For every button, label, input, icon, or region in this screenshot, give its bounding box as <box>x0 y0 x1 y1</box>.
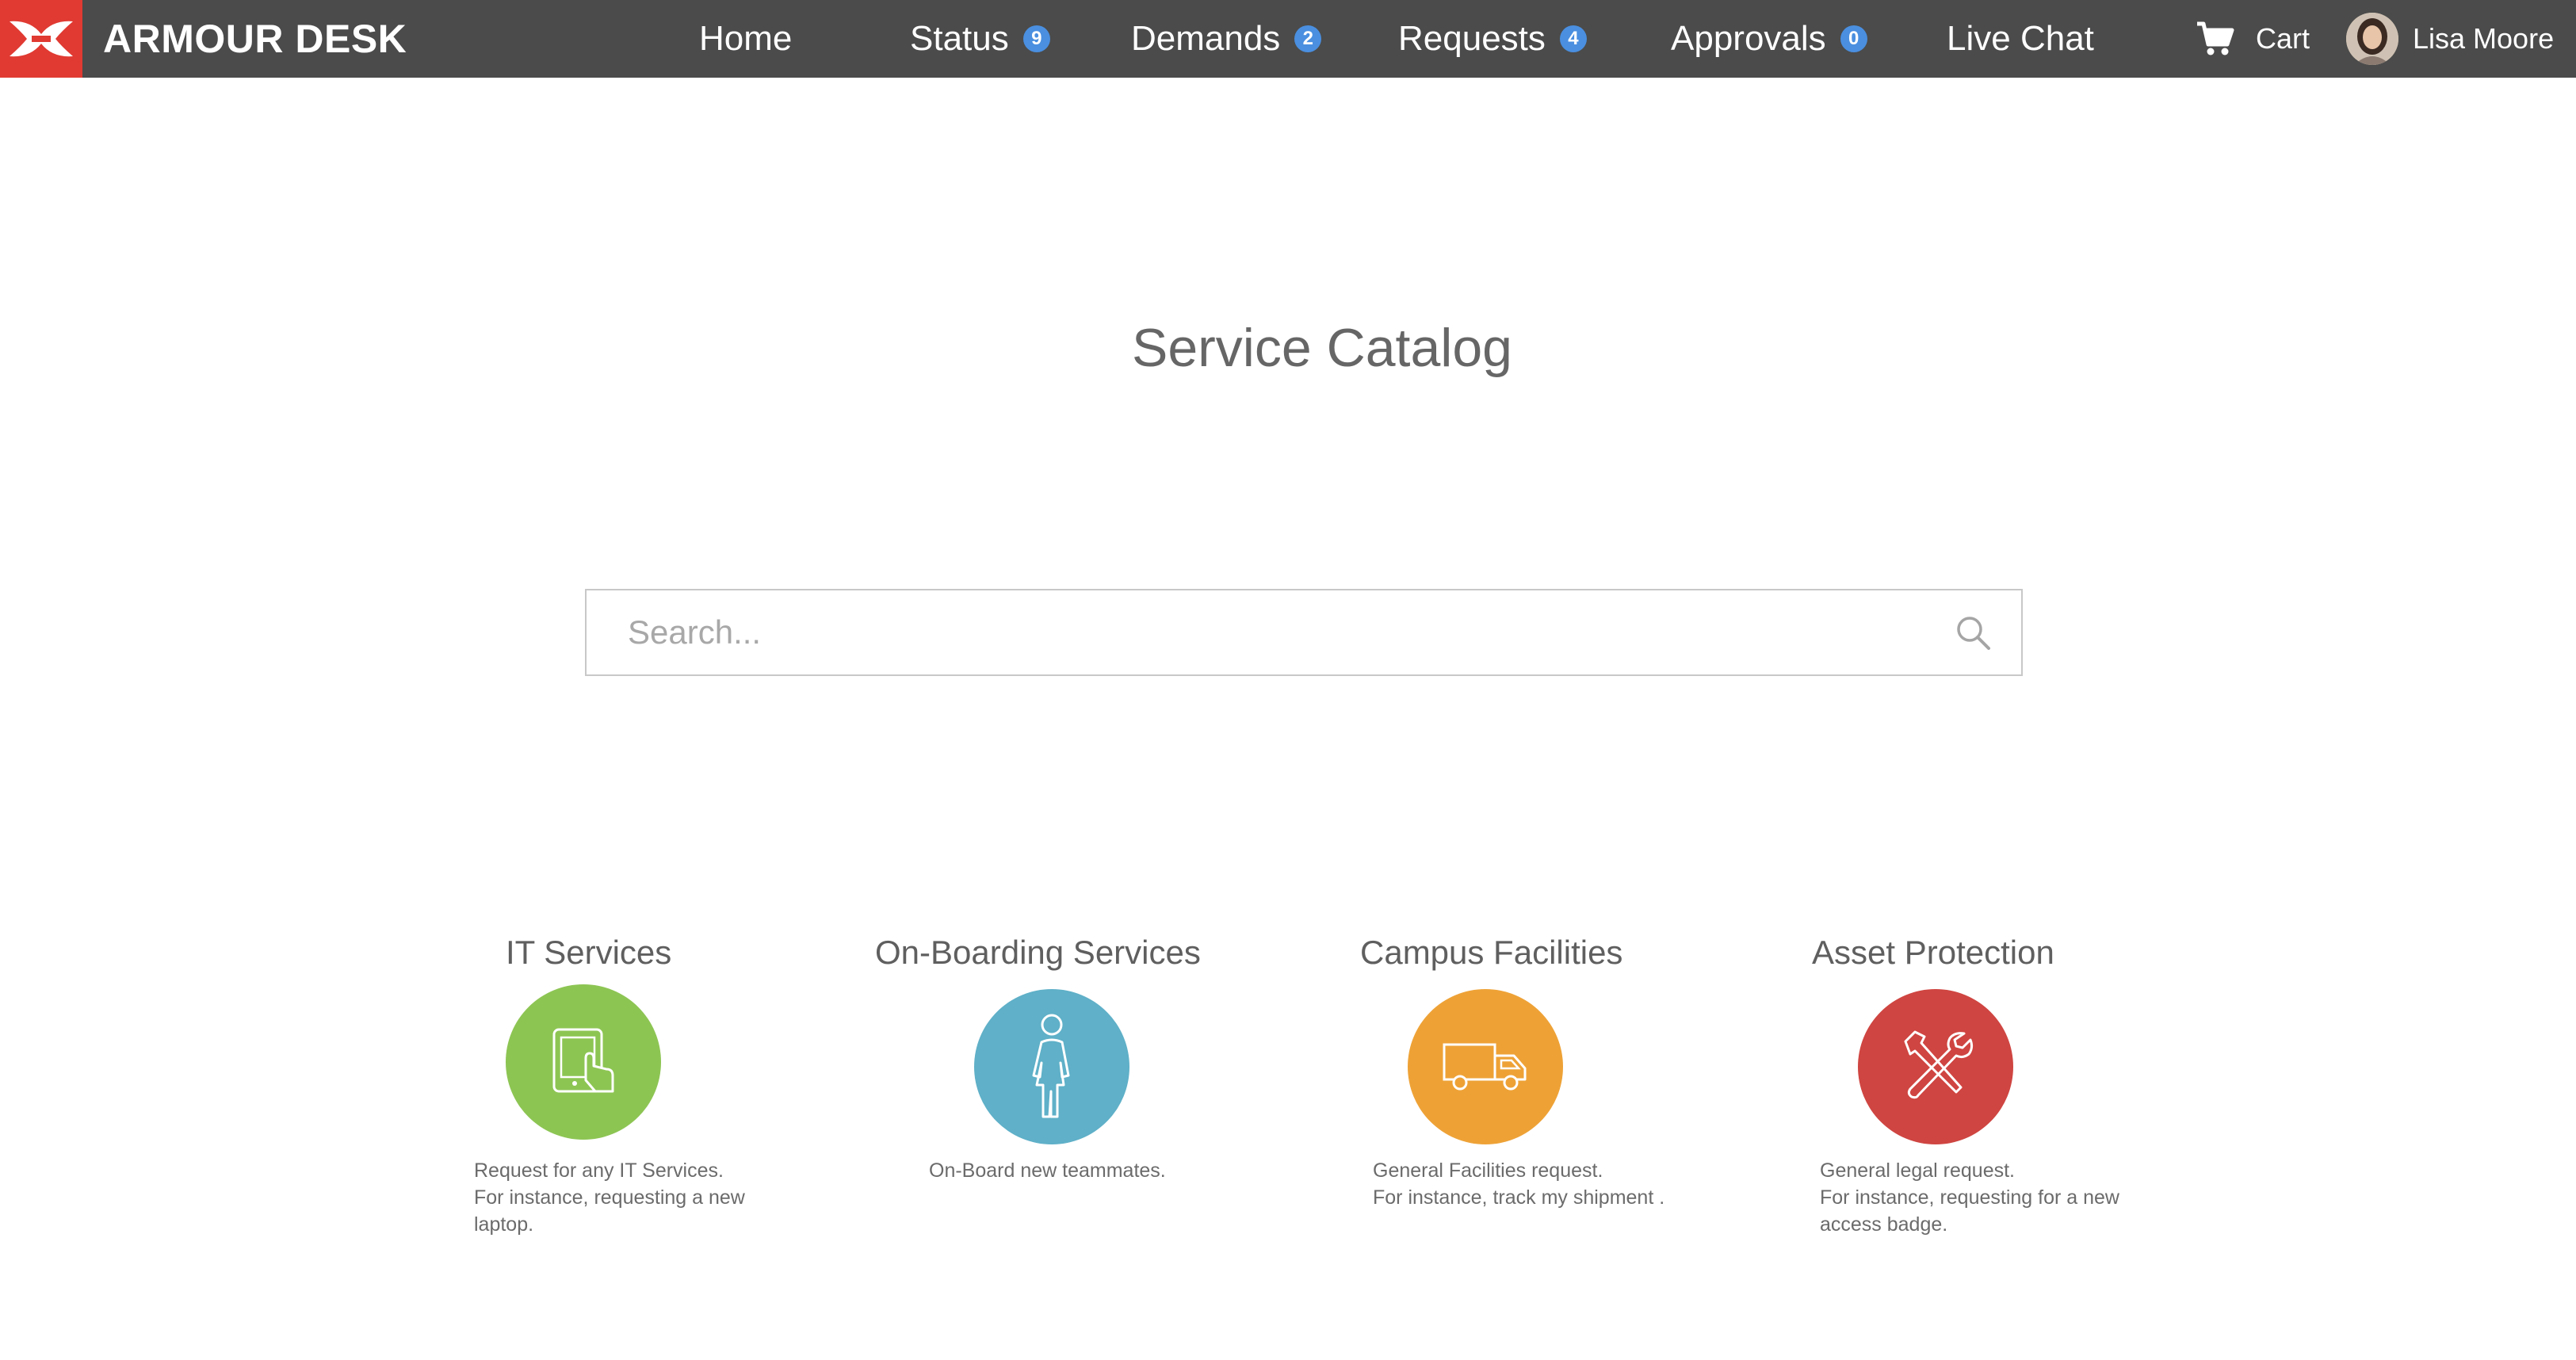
card-desc-line: access badge. <box>1820 1213 1948 1236</box>
card-desc-campus-facilities: General Facilities request. For instance… <box>1373 1157 1664 1211</box>
card-title-it-services[interactable]: IT Services <box>506 934 671 972</box>
card-desc-line: laptop. <box>474 1213 534 1236</box>
approvals-count-badge: 0 <box>1840 25 1867 52</box>
nav-home-label: Home <box>699 19 793 58</box>
cart-label: Cart <box>2256 22 2310 55</box>
card-desc-line: General Facilities request. <box>1373 1159 1603 1182</box>
search-icon[interactable] <box>1955 614 1993 652</box>
nav-demands-label: Demands <box>1131 19 1281 58</box>
nav-home[interactable]: Home <box>699 0 792 78</box>
person-icon <box>1032 1014 1070 1118</box>
card-desc-it-services: Request for any IT Services. For instanc… <box>474 1157 745 1238</box>
search-input[interactable] <box>587 590 1934 674</box>
user-menu[interactable]: Lisa Moore <box>2346 0 2554 78</box>
nav-requests[interactable]: Requests 4 <box>1398 0 1587 78</box>
tablet-touch-icon <box>552 1028 614 1093</box>
nav-live-chat[interactable]: Live Chat <box>1947 0 2094 78</box>
card-desc-line: General legal request. <box>1820 1159 2015 1182</box>
cart-button[interactable]: Cart <box>2196 0 2310 78</box>
card-title-asset-protection[interactable]: Asset Protection <box>1812 934 2054 972</box>
card-title-campus-facilities[interactable]: Campus Facilities <box>1360 934 1622 972</box>
nav-demands[interactable]: Demands 2 <box>1131 0 1322 78</box>
user-name: Lisa Moore <box>2413 22 2555 55</box>
card-icon-campus-facilities[interactable] <box>1408 989 1563 1144</box>
brand-name[interactable]: ARMOUR DESK <box>103 0 407 78</box>
nav-status-label: Status <box>910 19 1009 58</box>
nav-approvals-label: Approvals <box>1671 19 1826 58</box>
card-icon-it-services[interactable] <box>506 984 661 1140</box>
status-count-badge: 9 <box>1022 25 1050 52</box>
demands-count-badge: 2 <box>1294 25 1322 52</box>
nav-approvals[interactable]: Approvals 0 <box>1671 0 1867 78</box>
card-desc-onboarding: On-Board new teammates. <box>929 1157 1166 1184</box>
card-desc-asset-protection: General legal request. For instance, req… <box>1820 1157 2119 1238</box>
armour-logo-icon <box>10 21 73 57</box>
requests-count-badge: 4 <box>1559 25 1587 52</box>
tools-icon <box>1904 1030 1974 1099</box>
card-desc-line: On-Board new teammates. <box>929 1159 1166 1182</box>
search-bar <box>585 589 2023 676</box>
card-desc-line: For instance, requesting for a new <box>1820 1186 2119 1209</box>
page-title: Service Catalog <box>1131 318 1513 378</box>
nav-requests-label: Requests <box>1398 19 1546 58</box>
card-desc-line: For instance, track my shipment . <box>1373 1186 1665 1209</box>
card-icon-asset-protection[interactable] <box>1858 989 2013 1144</box>
truck-icon <box>1443 1043 1527 1091</box>
top-navbar: ARMOUR DESK Home Status 9 Demands 2 Requ… <box>0 0 2576 78</box>
card-desc-line: For instance, requesting a new <box>474 1186 745 1209</box>
nav-live-chat-label: Live Chat <box>1947 19 2094 58</box>
brand-logo[interactable] <box>0 0 82 78</box>
card-title-onboarding[interactable]: On-Boarding Services <box>875 934 1201 972</box>
avatar <box>2346 13 2398 65</box>
card-desc-line: Request for any IT Services. <box>474 1159 724 1182</box>
cart-icon <box>2196 21 2235 57</box>
nav-status[interactable]: Status 9 <box>910 0 1050 78</box>
card-icon-onboarding[interactable] <box>974 989 1129 1144</box>
